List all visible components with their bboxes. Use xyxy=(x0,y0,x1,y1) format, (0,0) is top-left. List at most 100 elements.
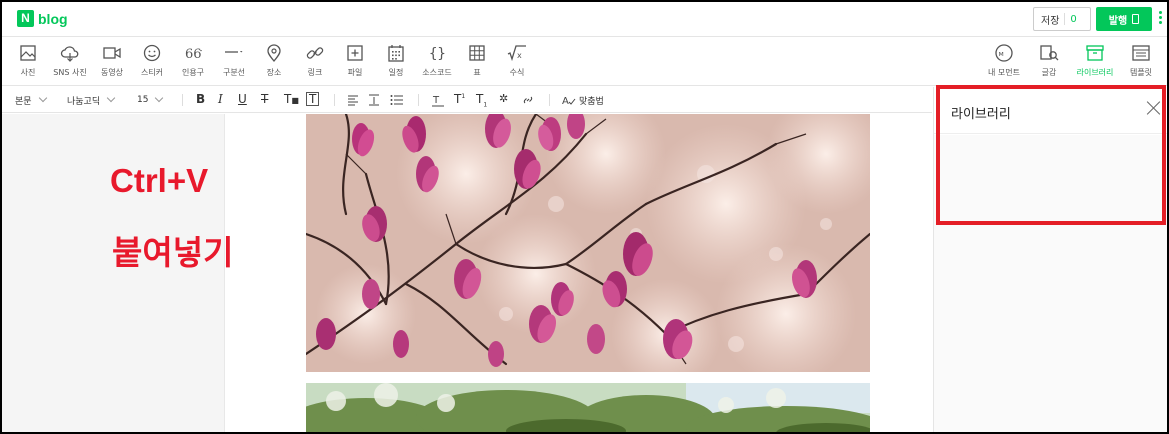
align-left-icon[interactable] xyxy=(347,94,359,106)
table-icon xyxy=(469,45,485,61)
superscript-icon[interactable]: T1 xyxy=(454,92,465,106)
strikethrough-icon[interactable]: T xyxy=(261,92,268,106)
editor-window: N blog 저장 0 발행 사진 SNS 사진 동영상 스티커 66 인용구 … xyxy=(0,0,1169,434)
format-bar: 본문 나눔고딕 15 B I U T T■ T T T1 T1 ✲ A 맞춤법 xyxy=(2,87,932,113)
spellcheck-button[interactable]: A 맞춤법 xyxy=(562,87,604,113)
template-icon xyxy=(1132,45,1150,61)
chevron-down-icon xyxy=(106,93,116,103)
letter-spacing-icon[interactable]: T xyxy=(432,93,444,107)
spellcheck-label: 맞춤법 xyxy=(579,96,604,107)
tool-label: 동영상 xyxy=(100,68,124,77)
svg-text:A: A xyxy=(562,96,569,106)
video-icon xyxy=(103,47,121,59)
tool-label: 표 xyxy=(473,68,481,77)
tool-label: 글감 xyxy=(1041,68,1057,77)
library-header: 라이브러리 xyxy=(934,87,1167,134)
tool-label: 장소 xyxy=(266,68,282,77)
tool-label: 수식 xyxy=(509,68,525,77)
underline-icon[interactable]: U xyxy=(238,92,247,106)
blog-logo[interactable]: N blog xyxy=(17,10,68,27)
code-icon: {} xyxy=(429,46,446,62)
bold-icon[interactable]: B xyxy=(196,92,205,106)
paragraph-style-select[interactable]: 본문 xyxy=(15,87,47,113)
save-divider xyxy=(1064,13,1066,25)
tool-label: SNS 사진 xyxy=(53,68,87,77)
library-icon xyxy=(1086,45,1104,61)
tool-label: 템플릿 xyxy=(1129,68,1153,77)
top-bar: N blog 저장 0 발행 xyxy=(2,2,1167,37)
writing-icon xyxy=(1040,45,1059,61)
divider xyxy=(418,94,419,106)
more-menu-icon[interactable] xyxy=(1159,11,1163,24)
font-color-icon[interactable]: T■ xyxy=(284,92,299,106)
save-button[interactable]: 저장 0 xyxy=(1033,7,1091,31)
cloud-icon xyxy=(60,46,79,62)
link-icon xyxy=(306,47,324,59)
special-char-icon[interactable]: ✲ xyxy=(499,92,508,105)
tool-label: 일정 xyxy=(388,68,404,77)
close-icon[interactable] xyxy=(1147,101,1161,115)
font-size-select[interactable]: 15 xyxy=(137,87,164,113)
tool-writing-material[interactable]: 글감 xyxy=(1024,43,1074,78)
list-icon[interactable] xyxy=(390,94,404,106)
tool-label: 소스코드 xyxy=(422,68,452,77)
svg-text:{}: {} xyxy=(429,46,446,62)
line-height-icon[interactable] xyxy=(368,94,380,106)
paragraph-style-value: 본문 xyxy=(15,96,32,107)
tool-label: 라이브러리 xyxy=(1076,68,1114,77)
tool-label: 사진 xyxy=(20,68,36,77)
save-label: 저장 xyxy=(1041,15,1060,27)
publish-label: 발행 xyxy=(1108,15,1128,27)
annotation-shortcut: Ctrl+V xyxy=(110,162,209,199)
subscript-icon[interactable]: T1 xyxy=(476,92,487,108)
photo-icon xyxy=(20,45,36,61)
chevron-down-icon xyxy=(155,93,164,103)
svg-text:ᴍ: ᴍ xyxy=(999,50,1004,58)
divider xyxy=(334,94,335,106)
insert-toolbar: 사진 SNS 사진 동영상 스티커 66 인용구 구분선 장소 링크 파일 일정… xyxy=(2,37,1167,86)
link-icon[interactable] xyxy=(522,94,534,106)
background-color-icon[interactable]: T xyxy=(306,92,320,106)
svg-text:x: x xyxy=(517,51,522,60)
garden-photo[interactable] xyxy=(306,383,870,432)
library-title: 라이브러리 xyxy=(951,107,1011,122)
divider xyxy=(182,94,183,106)
quote-icon: 66 xyxy=(185,47,202,62)
magnolia-image xyxy=(306,114,870,372)
calendar-icon xyxy=(388,45,404,62)
annotation-paste: 붙여넣기 xyxy=(112,234,234,271)
chevron-down-icon xyxy=(38,93,47,103)
sticker-icon xyxy=(143,44,161,62)
library-content[interactable] xyxy=(934,135,1167,432)
logo-text: blog xyxy=(38,10,68,27)
tool-template[interactable]: 템플릿 xyxy=(1116,43,1166,78)
tool-label: 파일 xyxy=(347,68,363,77)
formula-icon: x xyxy=(507,45,526,62)
tool-formula[interactable]: x 수식 xyxy=(492,43,542,78)
tool-label: 스티커 xyxy=(140,68,164,77)
file-icon xyxy=(347,45,363,61)
publish-button[interactable]: 발행 xyxy=(1096,7,1152,31)
naver-logo-icon: N xyxy=(17,10,34,27)
my-moment-icon: ᴍ xyxy=(995,44,1013,62)
tool-library[interactable]: 라이브러리 xyxy=(1070,43,1120,78)
place-icon xyxy=(267,44,281,63)
tool-label: 링크 xyxy=(307,68,323,77)
magnolia-photo[interactable] xyxy=(306,114,870,372)
garden-image xyxy=(306,383,870,432)
font-value: 나눔고딕 xyxy=(67,96,101,107)
italic-icon[interactable]: I xyxy=(218,92,223,106)
divider xyxy=(549,94,550,106)
spellcheck-icon: A xyxy=(562,96,576,106)
save-count[interactable]: 0 xyxy=(1070,14,1076,25)
font-size-value: 15 xyxy=(137,95,149,105)
svg-text:66: 66 xyxy=(185,47,202,62)
tool-label: 인용구 xyxy=(181,68,205,77)
divider-icon xyxy=(225,51,243,53)
document-icon xyxy=(1132,14,1140,24)
tool-label: 구분선 xyxy=(222,68,246,77)
library-panel: 라이브러리 xyxy=(933,87,1167,432)
tool-label: 내 모먼트 xyxy=(988,68,1020,77)
tool-my-moment[interactable]: ᴍ 내 모먼트 xyxy=(979,43,1029,78)
font-select[interactable]: 나눔고딕 xyxy=(67,87,116,113)
